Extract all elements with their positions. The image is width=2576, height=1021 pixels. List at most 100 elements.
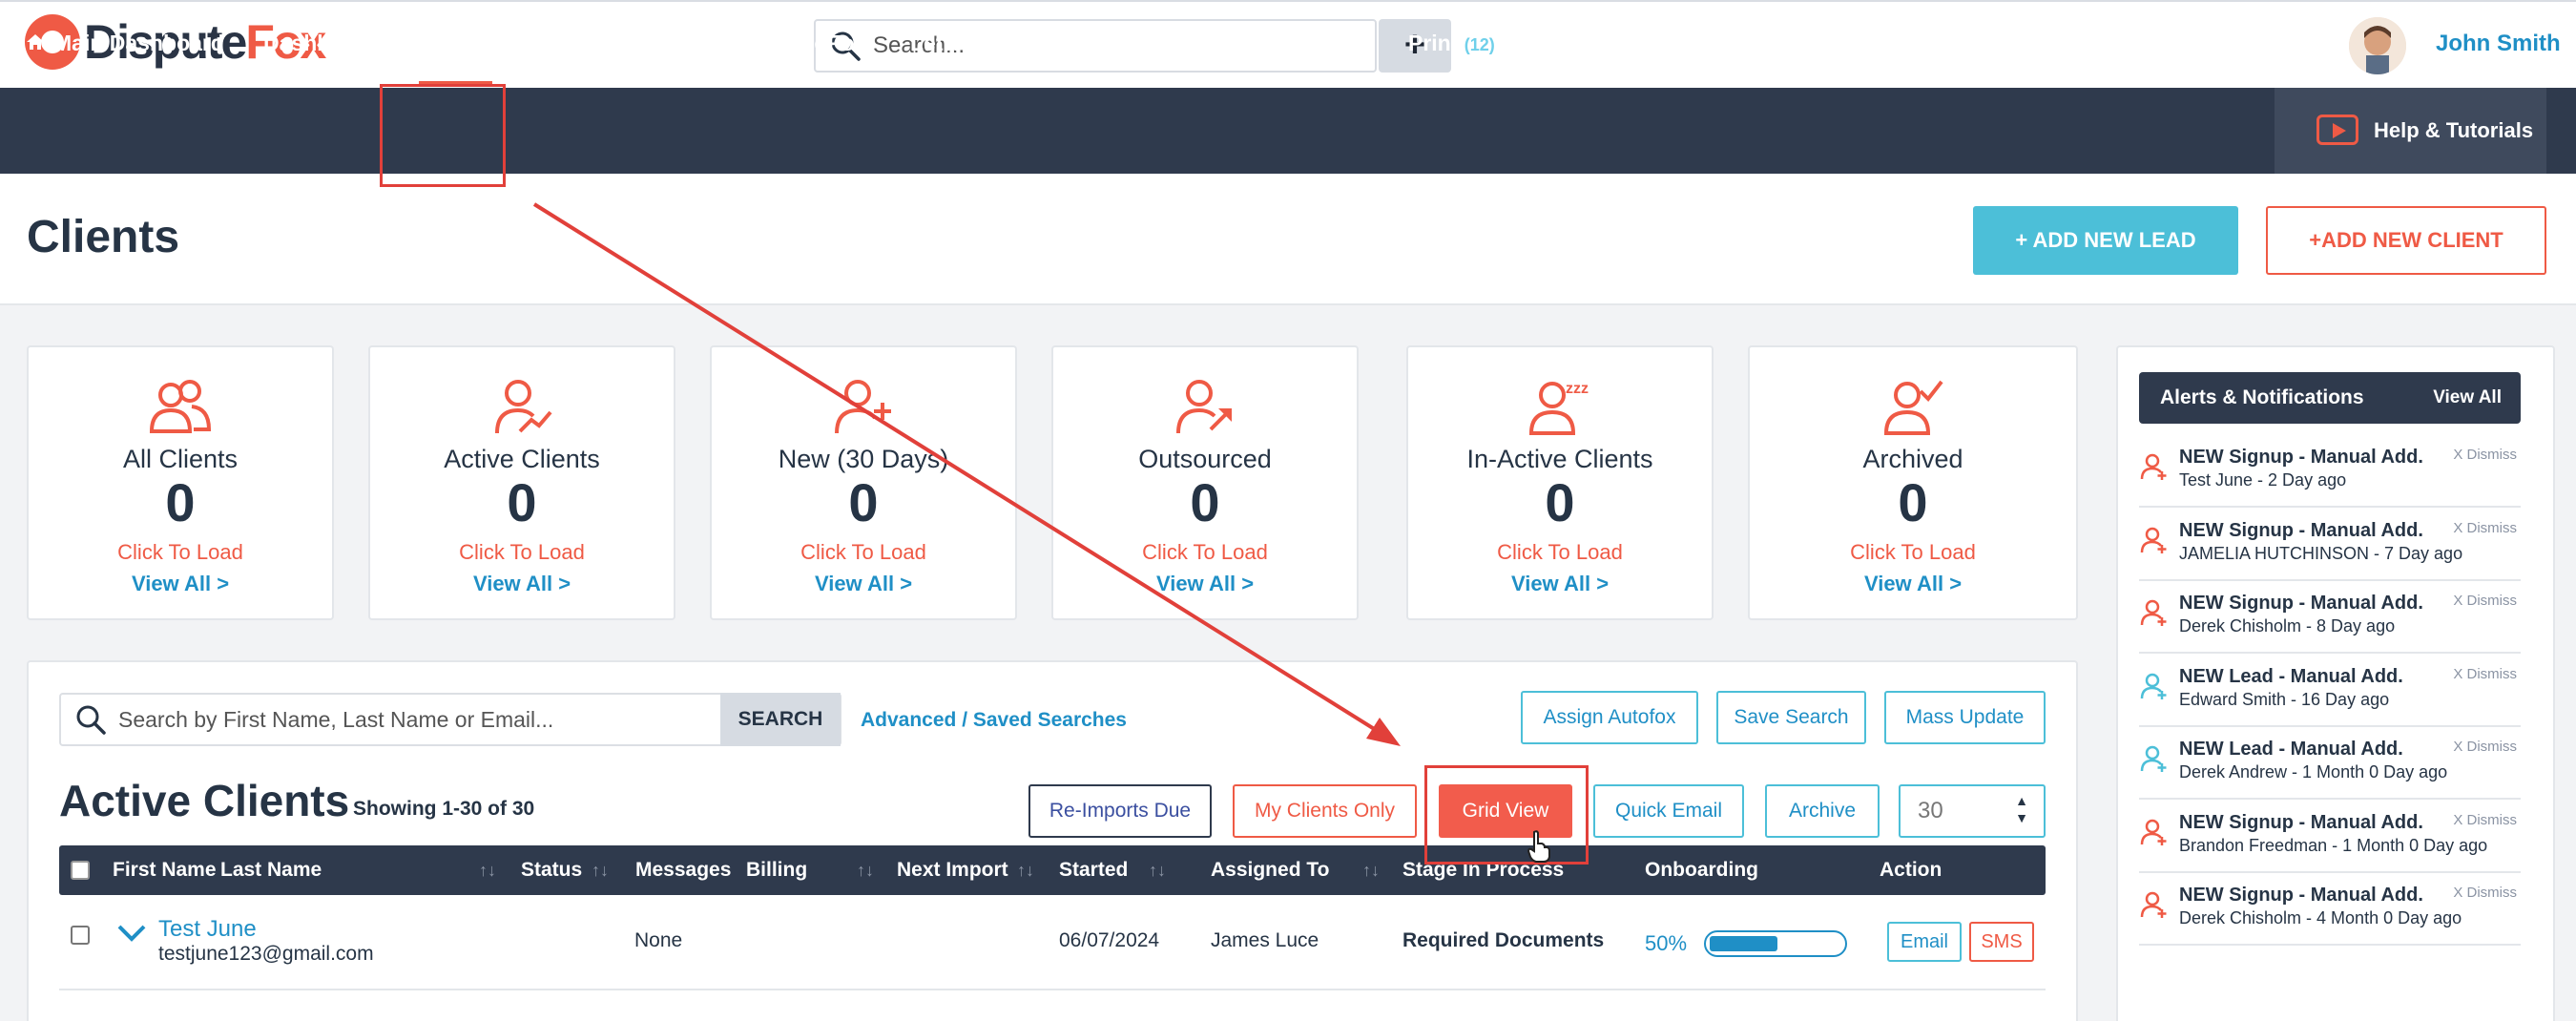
client-started: 06/07/2024: [1059, 929, 1160, 951]
alert-dismiss-button[interactable]: X Dismiss: [2453, 885, 2517, 901]
card-click-to-load[interactable]: Click To Load: [29, 540, 332, 565]
card-view-all-link[interactable]: View All >: [1408, 572, 1712, 596]
alert-subtitle: Derek Andrew - 1 Month 0 Day ago: [2179, 762, 2448, 781]
alert-dismiss-button[interactable]: X Dismiss: [2453, 520, 2517, 536]
card-count: 0: [1898, 472, 1928, 532]
add-new-lead-button[interactable]: + ADD NEW LEAD: [1973, 206, 2238, 275]
sort-icon[interactable]: ↑↓: [1017, 845, 1034, 895]
card-new-30-days[interactable]: New (30 Days) 0 Click To Load View All >: [710, 345, 1017, 620]
reimports-due-button[interactable]: Re-Imports Due: [1028, 784, 1212, 838]
alert-dismiss-button[interactable]: X Dismiss: [2453, 666, 2517, 682]
alert-item[interactable]: NEW Lead - Manual Add. Edward Smith - 16 …: [2139, 655, 2521, 727]
alert-item[interactable]: NEW Signup - Manual Add. JAMELIA HUTCHINS…: [2139, 509, 2521, 581]
card-view-all-link[interactable]: View All >: [1750, 572, 2076, 596]
card-view-all-link[interactable]: View All >: [29, 572, 332, 596]
col-next-import[interactable]: Next Import: [897, 845, 1008, 895]
sort-icon[interactable]: ↑↓: [857, 845, 874, 895]
user-avatar-icon: [2349, 17, 2406, 74]
nav-letters[interactable]: Letters: [910, 0, 984, 86]
alert-dismiss-button[interactable]: X Dismiss: [2453, 593, 2517, 609]
col-started[interactable]: Started: [1059, 845, 1128, 895]
card-view-all-link[interactable]: View All >: [370, 572, 674, 596]
card-view-all-link[interactable]: View All >: [712, 572, 1015, 596]
sort-icon[interactable]: ↑↓: [479, 845, 496, 895]
app-root: DisputeFox + John Smith Main Dashboard D…: [0, 0, 2576, 1021]
nav-leads[interactable]: Leads: [536, 0, 599, 86]
alert-dismiss-button[interactable]: X Dismiss: [2453, 812, 2517, 828]
alerts-view-all-link[interactable]: View All: [2433, 372, 2502, 424]
sort-icon[interactable]: ↑↓: [1362, 845, 1380, 895]
mass-update-button[interactable]: Mass Update: [1884, 691, 2046, 744]
sort-icon[interactable]: ↑↓: [592, 845, 609, 895]
card-all-clients[interactable]: All Clients 0 Click To Load View All >: [27, 345, 334, 620]
add-new-client-button[interactable]: +ADD NEW CLIENT: [2266, 206, 2546, 275]
user-check-icon: [1883, 380, 1943, 435]
help-label: Help & Tutorials: [2374, 118, 2534, 142]
alert-item[interactable]: NEW Signup - Manual Add. Derek Chisholm -…: [2139, 873, 2521, 946]
user-alert-icon: [2140, 599, 2167, 626]
card-click-to-load[interactable]: Click To Load: [1750, 540, 2076, 565]
email-button[interactable]: Email: [1887, 922, 1962, 962]
sort-icon[interactable]: ↑↓: [1149, 845, 1166, 895]
my-clients-only-button[interactable]: My Clients Only: [1233, 784, 1417, 838]
card-archived[interactable]: Archived 0 Click To Load View All >: [1748, 345, 2078, 620]
nav-clients[interactable]: Clients: [419, 0, 492, 86]
nav-affiliates[interactable]: Affiliates: [1269, 0, 1361, 86]
quick-email-button[interactable]: Quick Email: [1593, 784, 1744, 838]
alert-item[interactable]: NEW Signup - Manual Add. Test June - 2 Da…: [2139, 435, 2521, 508]
card-title: Active Clients: [444, 445, 600, 473]
main-nav: [0, 88, 2576, 174]
card-title: All Clients: [122, 445, 239, 473]
alert-item[interactable]: NEW Signup - Manual Add. Derek Chisholm -…: [2139, 581, 2521, 654]
nav-settings[interactable]: Settings: [1542, 0, 1629, 86]
alert-dismiss-button[interactable]: X Dismiss: [2453, 739, 2517, 755]
nav-calendar[interactable]: Calendar: [641, 0, 735, 86]
alert-dismiss-button[interactable]: X Dismiss: [2453, 447, 2517, 463]
select-all-checkbox[interactable]: [71, 861, 90, 880]
col-status[interactable]: Status: [521, 845, 582, 895]
nav-autofox[interactable]: AutoFox: [778, 0, 866, 86]
client-search-button[interactable]: SEARCH: [720, 693, 841, 746]
avatar[interactable]: [2349, 17, 2406, 74]
chevron-down-icon[interactable]: [116, 924, 147, 943]
nav-main-dashboard[interactable]: Main Dashboard: [25, 0, 224, 86]
user-arrow-icon: [1176, 380, 1232, 434]
col-last-name[interactable]: Last Name: [220, 845, 322, 895]
card-click-to-load[interactable]: Click To Load: [1408, 540, 1712, 565]
client-search-input[interactable]: [118, 695, 777, 744]
card-inactive-clients[interactable]: zzz In-Active Clients 0 Click To Load Vi…: [1406, 345, 1714, 620]
alert-item[interactable]: NEW Signup - Manual Add. Brandon Freedman…: [2139, 801, 2521, 873]
card-title: New (30 Days): [778, 445, 949, 473]
user-alert-icon: [2140, 673, 2167, 699]
video-play-icon: [2316, 115, 2358, 145]
card-view-all-link[interactable]: View All >: [1053, 572, 1357, 596]
card-click-to-load[interactable]: Click To Load: [1053, 540, 1357, 565]
assign-autofox-button[interactable]: Assign Autofox: [1521, 691, 1698, 744]
archive-button[interactable]: Archive: [1765, 784, 1880, 838]
card-click-to-load[interactable]: Click To Load: [712, 540, 1015, 565]
help-tutorials-button[interactable]: Help & Tutorials: [2275, 88, 2546, 174]
nav-invoices[interactable]: Invoices: [1133, 0, 1221, 86]
card-click-to-load[interactable]: Click To Load: [370, 540, 674, 565]
col-billing[interactable]: Billing: [746, 845, 807, 895]
per-page-select[interactable]: 30 ▲ ▼: [1899, 784, 2046, 838]
nav-print[interactable]: Print (12): [1408, 0, 1495, 86]
card-active-clients[interactable]: Active Clients 0 Click To Load View All …: [368, 345, 675, 620]
alert-subtitle: Brandon Freedman - 1 Month 0 Day ago: [2179, 835, 2488, 855]
user-name[interactable]: John Smith: [2436, 31, 2561, 57]
card-outsourced[interactable]: Outsourced 0 Click To Load View All >: [1051, 345, 1359, 620]
col-assigned-to[interactable]: Assigned To: [1211, 845, 1329, 895]
grid-view-button[interactable]: Grid View: [1439, 784, 1572, 838]
save-search-button[interactable]: Save Search: [1716, 691, 1866, 744]
alert-title: NEW Signup - Manual Add.: [2179, 811, 2423, 833]
alert-item[interactable]: NEW Lead - Manual Add. Derek Andrew - 1 M…: [2139, 727, 2521, 800]
row-checkbox[interactable]: [71, 926, 90, 945]
sms-button[interactable]: SMS: [1969, 922, 2034, 962]
col-first-name[interactable]: First Name: [113, 845, 217, 895]
nav-dashboard[interactable]: Dashboard: [263, 0, 378, 86]
search-icon: [76, 705, 106, 735]
nav-inbox[interactable]: Inbox: [1028, 0, 1087, 86]
client-name-link[interactable]: Test June: [158, 916, 257, 943]
alert-subtitle: Test June - 2 Day ago: [2179, 470, 2347, 490]
advanced-saved-searches-link[interactable]: Advanced / Saved Searches: [861, 709, 1127, 732]
